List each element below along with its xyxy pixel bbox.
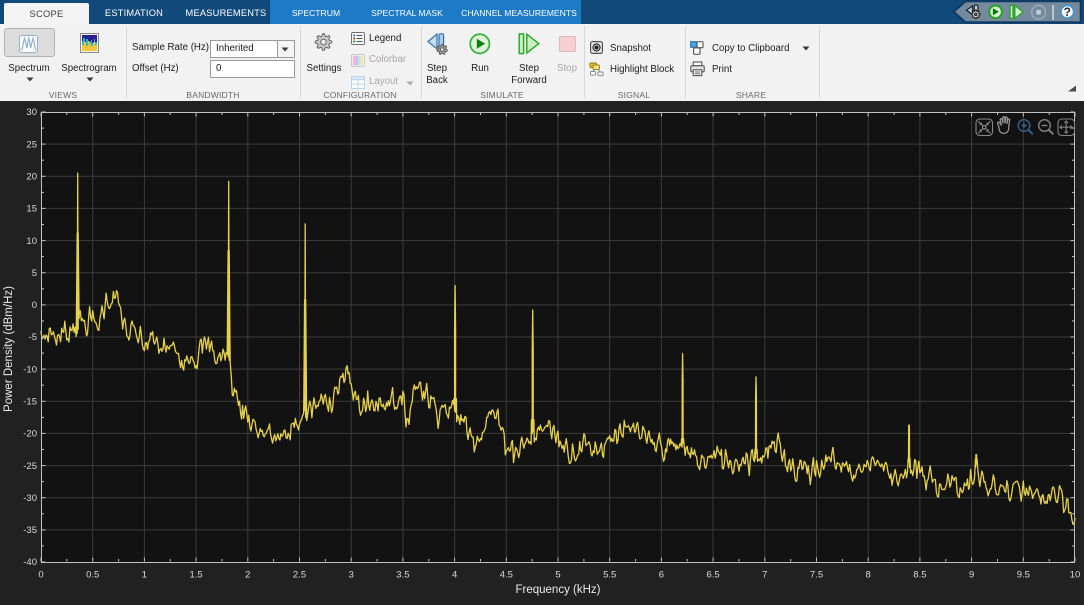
svg-text:15: 15 bbox=[26, 204, 37, 215]
svg-text:-25: -25 bbox=[23, 461, 37, 472]
svg-text:1.5: 1.5 bbox=[189, 570, 202, 581]
svg-text:-20: -20 bbox=[23, 429, 37, 440]
svg-text:-30: -30 bbox=[23, 493, 37, 504]
svg-text:5: 5 bbox=[32, 268, 37, 279]
svg-text:25: 25 bbox=[26, 139, 37, 150]
svg-text:5: 5 bbox=[555, 570, 560, 581]
svg-text:0.5: 0.5 bbox=[86, 570, 99, 581]
svg-text:30: 30 bbox=[26, 107, 37, 118]
svg-text:9: 9 bbox=[969, 570, 974, 581]
svg-text:4.5: 4.5 bbox=[500, 570, 513, 581]
svg-text:5.5: 5.5 bbox=[603, 570, 616, 581]
svg-text:8.5: 8.5 bbox=[913, 570, 926, 581]
svg-text:6: 6 bbox=[659, 570, 664, 581]
svg-text:-35: -35 bbox=[23, 525, 37, 536]
svg-text:0: 0 bbox=[38, 570, 43, 581]
svg-text:-15: -15 bbox=[23, 397, 37, 408]
svg-text:3: 3 bbox=[349, 570, 354, 581]
svg-text:20: 20 bbox=[26, 172, 37, 183]
svg-text:Power Density (dBm/Hz): Power Density (dBm/Hz) bbox=[3, 286, 15, 412]
svg-text:4: 4 bbox=[452, 570, 457, 581]
svg-text:7: 7 bbox=[762, 570, 767, 581]
svg-text:7.5: 7.5 bbox=[810, 570, 823, 581]
svg-text:9.5: 9.5 bbox=[1017, 570, 1030, 581]
svg-text:1: 1 bbox=[142, 570, 147, 581]
svg-text:6.5: 6.5 bbox=[706, 570, 719, 581]
svg-text:Frequency (kHz): Frequency (kHz) bbox=[516, 584, 601, 596]
svg-text:-10: -10 bbox=[23, 364, 37, 375]
svg-text:-40: -40 bbox=[23, 557, 37, 568]
svg-text:2: 2 bbox=[245, 570, 250, 581]
svg-text:0: 0 bbox=[32, 300, 37, 311]
svg-text:?: ? bbox=[1064, 5, 1071, 19]
svg-text:-5: -5 bbox=[29, 332, 37, 343]
svg-text:2.5: 2.5 bbox=[293, 570, 306, 581]
svg-text:3.5: 3.5 bbox=[396, 570, 409, 581]
svg-text:10: 10 bbox=[1070, 570, 1081, 581]
svg-text:10: 10 bbox=[26, 236, 37, 247]
svg-text:8: 8 bbox=[866, 570, 871, 581]
